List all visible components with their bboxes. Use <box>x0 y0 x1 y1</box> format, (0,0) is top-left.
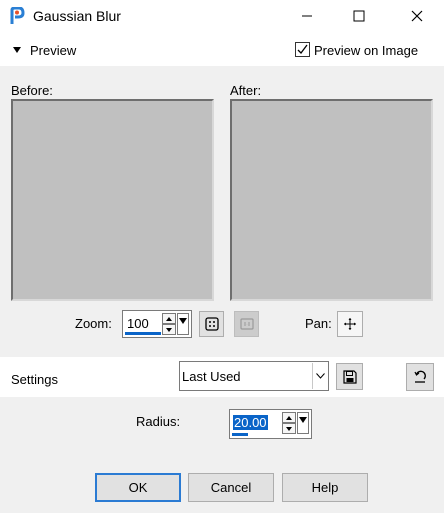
zoom-fit-icon <box>204 317 219 331</box>
arrow-up-icon <box>166 316 172 321</box>
zoom-down-button[interactable] <box>162 324 176 335</box>
preview-toggle-label[interactable]: Preview <box>30 43 76 58</box>
zoom-dropdown-button[interactable] <box>177 313 189 335</box>
save-disk-icon <box>342 369 357 384</box>
arrow-down-icon <box>166 327 172 332</box>
before-preview[interactable] <box>11 99 214 301</box>
reset-defaults-button[interactable] <box>406 363 434 391</box>
close-button[interactable] <box>394 0 440 32</box>
preset-dropdown-button[interactable] <box>312 363 327 389</box>
settings-label: Settings <box>11 372 58 387</box>
arrow-up-icon <box>286 415 292 420</box>
radius-spin-buttons[interactable] <box>282 412 296 434</box>
radius-label: Radius: <box>136 414 181 429</box>
window-title: Gaussian Blur <box>33 8 121 24</box>
paintshop-pro-icon <box>9 6 25 25</box>
zoom-spin-buttons[interactable] <box>162 313 176 335</box>
help-button[interactable]: Help <box>282 473 368 502</box>
reset-icon <box>414 370 426 383</box>
radius-dropdown-button[interactable] <box>297 412 309 434</box>
radius-value[interactable]: 20.00 <box>233 415 268 430</box>
zoom-slider-bar[interactable] <box>125 332 161 335</box>
minimize-icon <box>302 15 312 17</box>
preset-value[interactable]: Last Used <box>182 369 241 384</box>
cancel-button[interactable]: Cancel <box>188 473 274 502</box>
zoom-1to1-icon <box>239 318 254 330</box>
dropdown-arrow-icon <box>299 417 307 423</box>
arrow-down-icon <box>286 426 292 431</box>
ok-button[interactable]: OK <box>95 473 181 502</box>
close-icon <box>411 10 423 22</box>
preview-on-image-label[interactable]: Preview on Image <box>314 43 418 58</box>
chevron-down-icon <box>315 373 325 379</box>
zoom-up-button[interactable] <box>162 313 176 324</box>
maximize-button[interactable] <box>336 0 382 32</box>
before-label: Before: <box>11 83 53 98</box>
after-preview[interactable] <box>230 99 433 301</box>
zoom-value[interactable]: 100 <box>127 316 149 331</box>
pan-button[interactable] <box>337 311 363 337</box>
maximize-icon <box>353 10 365 22</box>
preset-combobox[interactable]: Last Used <box>179 361 329 391</box>
radius-spinbox[interactable]: 20.00 <box>229 409 312 439</box>
save-preset-button[interactable] <box>336 363 363 390</box>
after-label: After: <box>230 83 262 98</box>
zoom-to-fit-button[interactable] <box>199 311 224 337</box>
pan-move-icon <box>344 318 356 330</box>
preview-on-image-checkbox[interactable] <box>295 42 310 57</box>
radius-slider-bar[interactable] <box>232 433 248 436</box>
zoom-label: Zoom: <box>75 316 112 331</box>
minimize-button[interactable] <box>284 0 330 32</box>
radius-down-button[interactable] <box>282 423 296 434</box>
pan-label: Pan: <box>305 316 332 331</box>
zoom-actual-size-button[interactable] <box>234 311 259 337</box>
radius-up-button[interactable] <box>282 412 296 423</box>
dropdown-arrow-icon <box>179 318 187 324</box>
checkmark-icon <box>297 44 308 54</box>
zoom-spinbox[interactable]: 100 <box>122 310 192 338</box>
collapse-triangle-icon[interactable] <box>13 47 21 53</box>
